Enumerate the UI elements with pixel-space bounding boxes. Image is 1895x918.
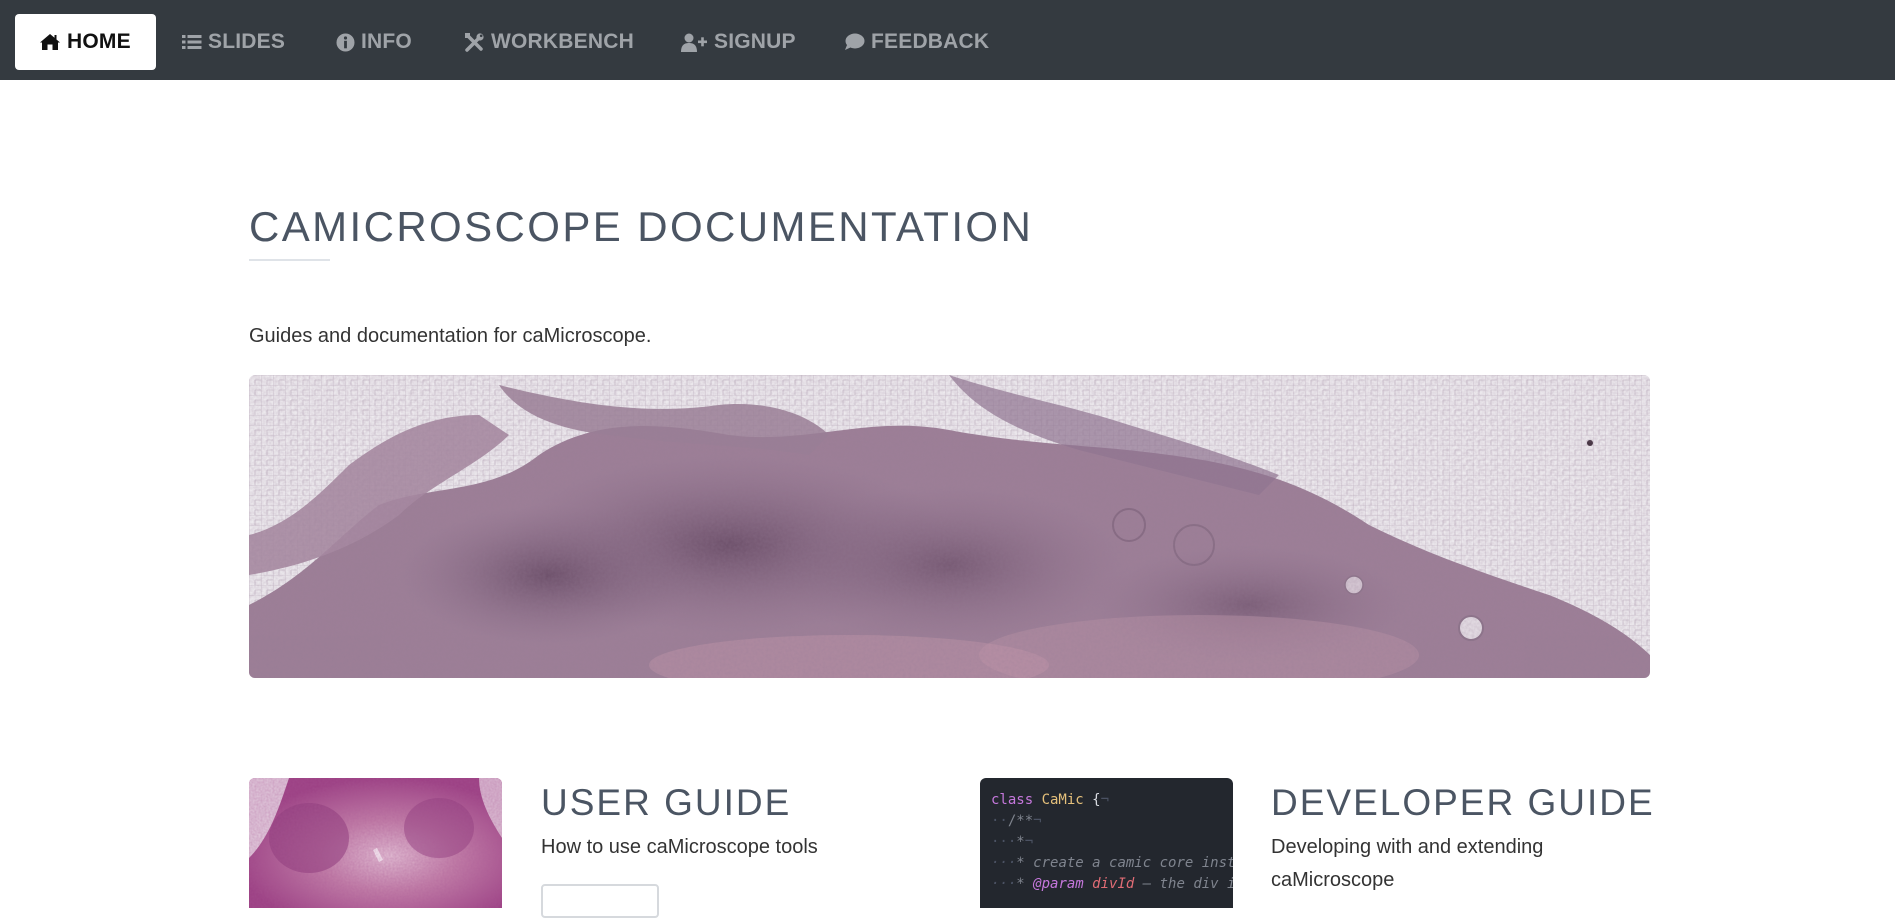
title-underline xyxy=(249,259,330,261)
code-line: ···* @param divId – the div id xyxy=(991,876,1233,892)
nav-feedback-label: FEEDBACK xyxy=(871,30,990,53)
nav-signup-label: SIGNUP xyxy=(714,30,796,53)
nav-slides[interactable]: SLIDES xyxy=(182,14,285,70)
nav-feedback[interactable]: FEEDBACK xyxy=(844,14,989,70)
nav-workbench[interactable]: WORKBENCH xyxy=(464,14,634,70)
page-subtitle: Guides and documentation for caMicroscop… xyxy=(249,325,652,347)
user-guide-description: How to use caMicroscope tools xyxy=(541,836,818,858)
nav-home[interactable]: HOME xyxy=(15,14,156,70)
developer-guide-description: Developing with and extending caMicrosco… xyxy=(1271,836,1544,891)
home-icon xyxy=(39,33,61,51)
user-plus-icon xyxy=(681,33,708,52)
nav-workbench-label: WORKBENCH xyxy=(491,30,634,53)
user-guide-image[interactable] xyxy=(249,778,502,908)
developer-guide-image[interactable]: class CaMic {¬ ··/**¬ ···*¬ ···* create … xyxy=(980,778,1233,908)
code-line: ···*¬ xyxy=(991,834,1034,850)
tools-icon xyxy=(464,32,485,53)
nav-info-label: INFO xyxy=(361,30,412,53)
code-line: ···* create a camic core instance xyxy=(991,855,1233,871)
comment-icon xyxy=(844,33,865,51)
info-circle-icon xyxy=(336,33,355,52)
page-title: CAMICROSCOPE DOCUMENTATION xyxy=(249,203,1034,250)
user-guide-title[interactable]: USER GUIDE xyxy=(541,782,791,824)
top-navbar: HOME SLIDES INFO WORKBENCH SIGNUP FEEDBA… xyxy=(0,0,1895,80)
nav-signup[interactable]: SIGNUP xyxy=(681,14,796,70)
developer-guide-title[interactable]: DEVELOPER GUIDE xyxy=(1271,782,1655,824)
hero-tissue-image xyxy=(249,375,1650,678)
code-line: class CaMic {¬ xyxy=(991,792,1110,808)
code-line: ··/**¬ xyxy=(991,813,1042,829)
user-guide-button[interactable] xyxy=(541,884,659,918)
list-icon xyxy=(182,34,202,50)
nav-home-label: HOME xyxy=(67,30,131,53)
nav-slides-label: SLIDES xyxy=(208,30,286,53)
nav-info[interactable]: INFO xyxy=(336,14,412,70)
